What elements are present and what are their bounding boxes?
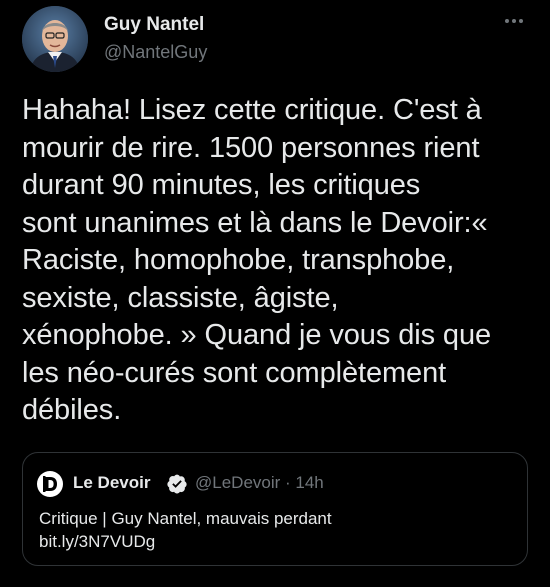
more-dot <box>512 19 516 23</box>
quoted-handle-time[interactable]: @LeDevoir · 14h <box>195 473 324 493</box>
more-dot <box>505 19 509 23</box>
avatar-image <box>22 6 88 72</box>
tweet-text: Hahaha! Lisez cette critique. C'est à mo… <box>22 94 492 426</box>
le-devoir-logo-glyph <box>37 471 63 497</box>
quoted-author-name[interactable]: Le Devoir <box>73 473 150 493</box>
quoted-tweet-text: Critique | Guy Nantel, mauvais perdant b… <box>39 509 332 551</box>
author-handle[interactable]: @NantelGuy <box>104 42 207 63</box>
verified-badge-icon <box>167 474 187 494</box>
le-devoir-logo-icon[interactable] <box>37 471 63 497</box>
more-dot <box>519 19 523 23</box>
quoted-tweet-card[interactable]: Le Devoir @LeDevoir · 14h Critique | Guy… <box>22 452 528 566</box>
more-horizontal-icon[interactable] <box>500 14 528 28</box>
author-name[interactable]: Guy Nantel <box>104 14 204 36</box>
avatar[interactable] <box>22 6 88 72</box>
tweet: Guy Nantel @NantelGuy Hahaha! Lisez cett… <box>0 0 550 587</box>
